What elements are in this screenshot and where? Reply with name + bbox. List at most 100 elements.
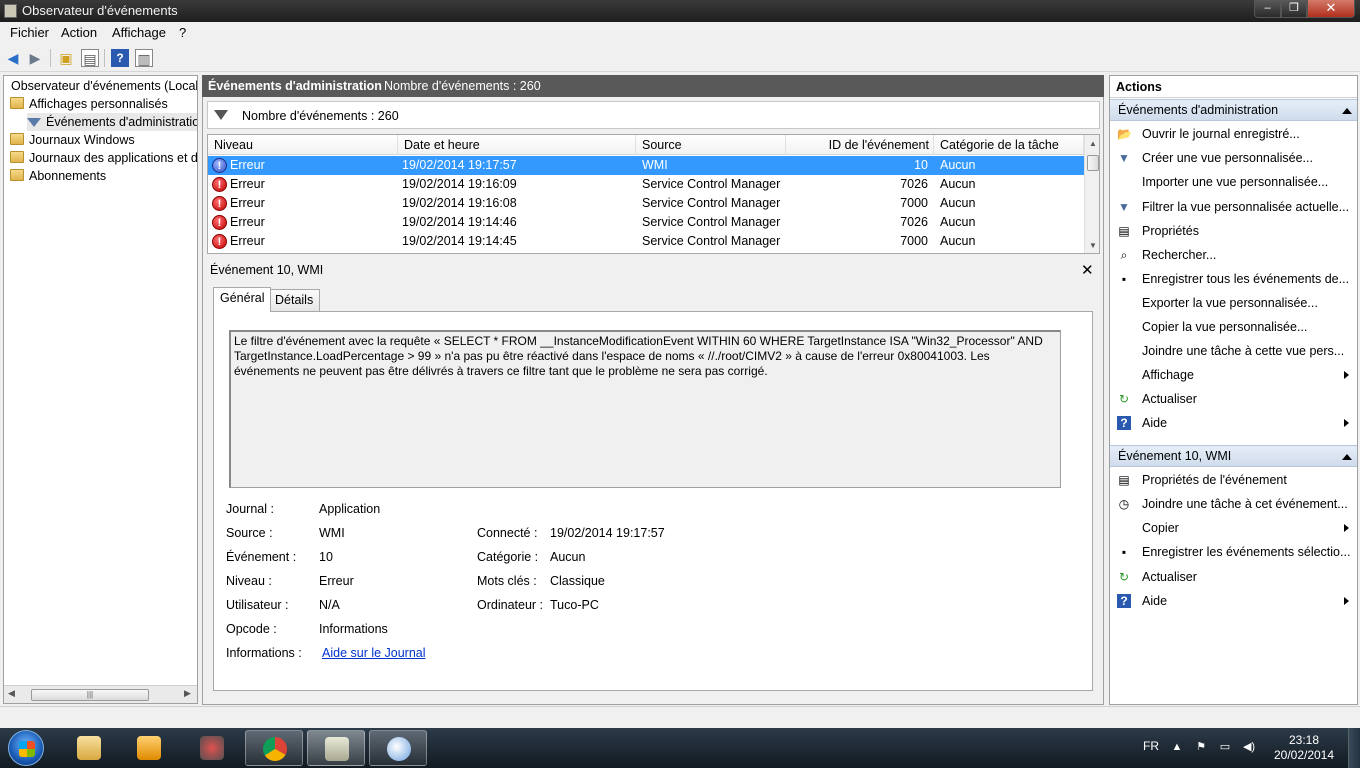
tree-item-root[interactable]: Observateur d'événements (Local) [11, 77, 197, 95]
tree-item-admin-events[interactable]: Événements d'administration [27, 113, 198, 131]
column-date[interactable]: Date et heure [398, 135, 636, 155]
taskbar-media-player[interactable] [120, 730, 178, 766]
tray-expand-icon[interactable]: ▲ [1170, 740, 1184, 754]
action-item[interactable]: ⌕ Rechercher... [1110, 243, 1357, 267]
start-button[interactable] [8, 730, 44, 766]
table-row[interactable]: ! Erreur 19/02/2014 19:16:08 Service Contro… [208, 194, 1084, 213]
collapse-caret-icon[interactable] [1342, 454, 1352, 460]
filter-funnel-icon[interactable] [214, 110, 228, 120]
section-event-10[interactable]: Événement 10, WMI [1110, 445, 1357, 467]
action-item[interactable]: Copier [1110, 516, 1357, 540]
action-item[interactable]: Affichage [1110, 363, 1357, 387]
action-item[interactable]: Importer une vue personnalisée... [1110, 170, 1357, 194]
table-row[interactable]: ! Erreur 19/02/2014 19:17:57 WMI 10 Aucun [208, 156, 1084, 175]
menu-fichier[interactable]: Fichier [10, 25, 49, 40]
horizontal-scrollbar[interactable]: ◀ ||| ▶ [4, 685, 197, 703]
app-icon [200, 736, 224, 760]
action-item[interactable]: ? Aide [1110, 411, 1357, 435]
taskbar-app[interactable] [183, 730, 241, 766]
scroll-up-icon[interactable]: ▲ [1089, 139, 1097, 148]
scroll-thumb[interactable]: ||| [31, 689, 149, 701]
tree-item-custom-views[interactable]: Affichages personnalisés [10, 95, 168, 113]
action-item[interactable]: Exporter la vue personnalisée... [1110, 291, 1357, 315]
column-category[interactable]: Catégorie de la tâche [934, 135, 1084, 155]
folder-icon [10, 97, 24, 109]
tree-item-label: Événements d'administration [46, 115, 198, 129]
action-center-flag-icon[interactable]: ⚑ [1194, 740, 1208, 754]
scroll-down-icon[interactable]: ▼ [1089, 241, 1097, 250]
scroll-right-icon[interactable]: ▶ [184, 688, 191, 699]
taskbar-chrome[interactable] [245, 730, 303, 766]
action-item[interactable]: ◷ Joindre une tâche à cet événement... [1110, 492, 1357, 516]
tree-item-app-logs[interactable]: Journaux des applications et de [10, 149, 197, 167]
column-source[interactable]: Source [636, 135, 786, 155]
action-item[interactable]: ▤ Propriétés [1110, 219, 1357, 243]
submenu-arrow-icon [1344, 419, 1349, 427]
minimize-button[interactable]: – [1254, 0, 1281, 18]
submenu-arrow-icon [1344, 597, 1349, 605]
tab-general[interactable]: Général [213, 287, 272, 312]
help-icon[interactable]: ? [111, 49, 129, 67]
action-item[interactable]: Joindre une tâche à cette vue pers... [1110, 339, 1357, 363]
close-detail-icon[interactable]: ✕ [1081, 261, 1094, 279]
cell-date: 19/02/2014 19:16:08 [402, 196, 517, 210]
show-desktop-button[interactable] [1348, 728, 1360, 768]
connecte-label: Connecté : [477, 526, 538, 540]
tab-details[interactable]: Détails [268, 289, 321, 312]
table-row[interactable]: ! Erreur 19/02/2014 19:14:45 Service Contro… [208, 232, 1084, 251]
taskbar-explorer[interactable] [60, 730, 118, 766]
action-item[interactable]: ▤ Propriétés de l'événement [1110, 468, 1357, 492]
help-journal-link[interactable]: Aide sur le Journal [322, 646, 426, 660]
back-arrow-icon[interactable]: ◀ [4, 49, 22, 67]
action-item[interactable]: ↻ Actualiser [1110, 565, 1357, 589]
cell-category: Aucun [940, 215, 976, 229]
close-button[interactable]: ✕ [1307, 0, 1355, 18]
action-item[interactable]: Copier la vue personnalisée... [1110, 315, 1357, 339]
menu-help[interactable]: ? [179, 25, 186, 40]
column-niveau[interactable]: Niveau [208, 135, 398, 155]
section-title: Événements d'administration [1118, 103, 1279, 117]
action-label: Actualiser [1142, 570, 1197, 584]
network-icon[interactable]: ▭ [1218, 740, 1232, 754]
clock[interactable]: 23:18 20/02/2014 [1272, 733, 1336, 763]
event-detail-header: Événement 10, WMI ✕ [207, 261, 1100, 281]
volume-icon[interactable]: ◀) [1242, 740, 1256, 754]
folder-up-icon[interactable]: ▣ [57, 49, 75, 67]
vertical-scrollbar[interactable]: ▲ ▼ [1084, 135, 1099, 253]
cell-event-id: 7026 [900, 177, 928, 191]
taskbar-event-viewer[interactable] [307, 730, 365, 766]
action-item[interactable]: ▼ Filtrer la vue personnalisée actuelle..… [1110, 195, 1357, 219]
forward-arrow-icon[interactable]: ▶ [26, 49, 44, 67]
tree-item-windows-logs[interactable]: Journaux Windows [10, 131, 135, 149]
action-item[interactable]: ▪ Enregistrer tous les événements de... [1110, 267, 1357, 291]
action-item[interactable]: 📂 Ouvrir le journal enregistré... [1110, 122, 1357, 146]
informations-label: Informations : [226, 646, 302, 660]
column-event-id[interactable]: ID de l'événement [786, 135, 934, 155]
action-item[interactable]: ? Aide [1110, 589, 1357, 613]
maximize-button[interactable]: ❐ [1281, 0, 1307, 18]
attach-task-icon: ◷ [1118, 497, 1130, 511]
categorie-value: Aucun [550, 550, 586, 564]
filter-icon: ▼ [1118, 200, 1130, 214]
scroll-thumb[interactable] [1087, 155, 1099, 171]
menu-affichage[interactable]: Affichage [112, 25, 166, 40]
action-item[interactable]: ▪ Enregistrer les événements sélectio... [1110, 540, 1357, 564]
table-row[interactable]: ! Erreur 19/02/2014 19:14:46 Service Contro… [208, 213, 1084, 232]
event-message[interactable]: Le filtre d'événement avec la requête « … [229, 330, 1061, 488]
scroll-left-icon[interactable]: ◀ [8, 688, 15, 699]
action-pane-icon[interactable]: ▥ [135, 49, 153, 67]
table-row[interactable]: ! Erreur 19/02/2014 19:16:09 Service Contro… [208, 175, 1084, 194]
language-indicator[interactable]: FR [1143, 739, 1159, 753]
section-title: Événement 10, WMI [1118, 449, 1232, 463]
action-label: Propriétés [1142, 224, 1199, 238]
section-admin-events[interactable]: Événements d'administration [1110, 99, 1357, 121]
taskbar-paint[interactable] [369, 730, 427, 766]
tree-item-subscriptions[interactable]: Abonnements [10, 167, 106, 185]
action-item[interactable]: ▼ Créer une vue personnalisée... [1110, 146, 1357, 170]
actions-pane: Actions Événements d'administration Évén… [1109, 75, 1358, 705]
clock-time: 23:18 [1288, 733, 1320, 747]
collapse-caret-icon[interactable] [1342, 108, 1352, 114]
menu-action[interactable]: Action [61, 25, 97, 40]
console-tree-icon[interactable]: ▤ [81, 49, 99, 67]
action-item[interactable]: ↻ Actualiser [1110, 387, 1357, 411]
